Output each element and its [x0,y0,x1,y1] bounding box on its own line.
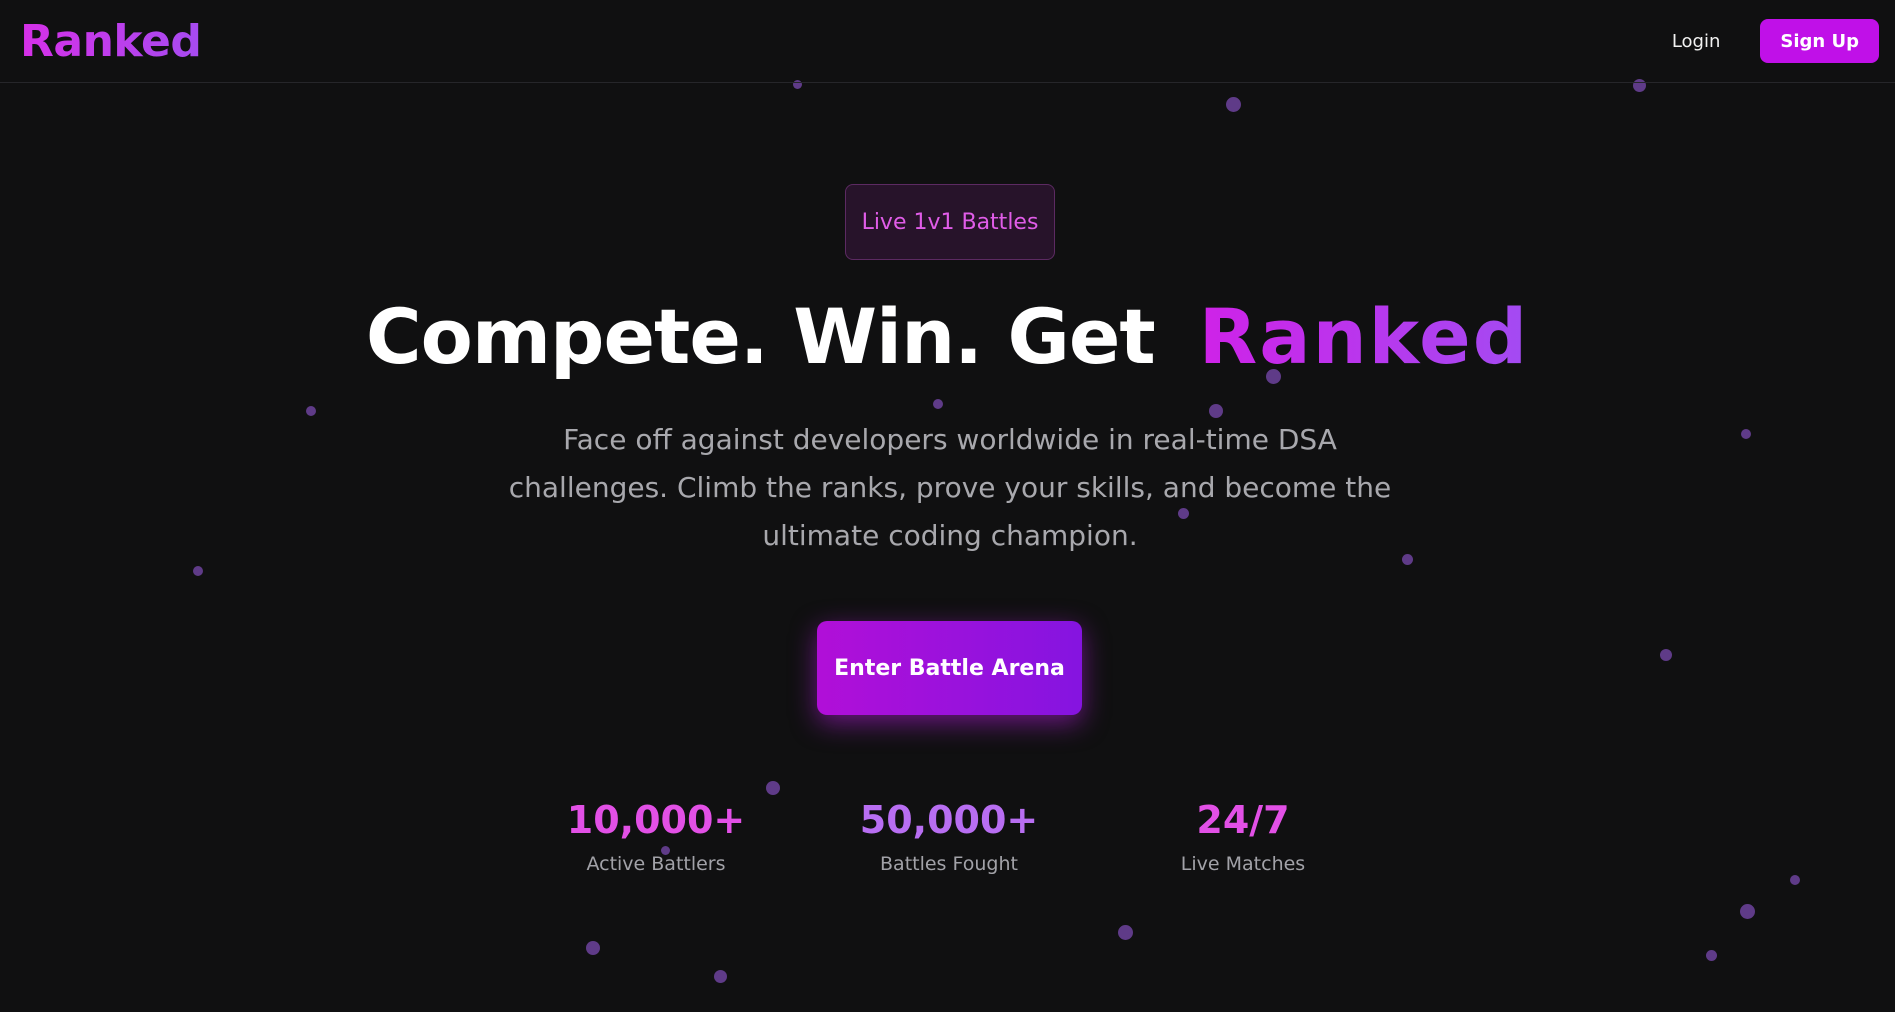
header-nav: Login Sign Up [1660,19,1879,63]
particle [1790,875,1800,885]
landing-page: Ranked Login Sign Up Live 1v1 Battles Co… [0,0,1895,1012]
particle [1741,429,1751,439]
particle [1118,925,1133,940]
stat-label: Active Battlers [586,853,726,875]
headline-main: Compete. Win. Get [365,292,1156,381]
site-header: Ranked Login Sign Up [0,0,1895,83]
enter-battle-arena-button[interactable]: Enter Battle Arena [817,621,1082,715]
login-button[interactable]: Login [1660,23,1733,60]
hero-subtext: Face off against developers worldwide in… [508,423,1392,552]
stat-label: Live Matches [1180,853,1306,875]
particle [1740,904,1755,919]
headline-accent: Ranked [1198,292,1530,381]
signup-button[interactable]: Sign Up [1760,19,1879,63]
stat-active-battlers: 10,000+ Active Battlers [526,795,786,875]
stat-live-matches: 24/7 Live Matches [1113,795,1373,875]
particle [1706,950,1717,961]
particle [1660,649,1672,661]
hero-headline: Compete. Win. Get Ranked [0,292,1895,381]
brand-logo[interactable]: Ranked [20,16,202,67]
stat-battles-fought: 50,000+ Battles Fought [819,795,1079,875]
particle [714,970,727,983]
particle [1226,97,1241,112]
particle [193,566,203,576]
particle [766,781,780,795]
stat-value: 10,000+ [566,798,746,842]
stat-value: 24/7 [1196,798,1290,842]
live-battles-badge: Live 1v1 Battles [845,184,1055,260]
stat-value: 50,000+ [859,798,1039,842]
particle [586,941,600,955]
stat-label: Battles Fought [880,853,1018,875]
particle [933,399,943,409]
particle [306,406,316,416]
